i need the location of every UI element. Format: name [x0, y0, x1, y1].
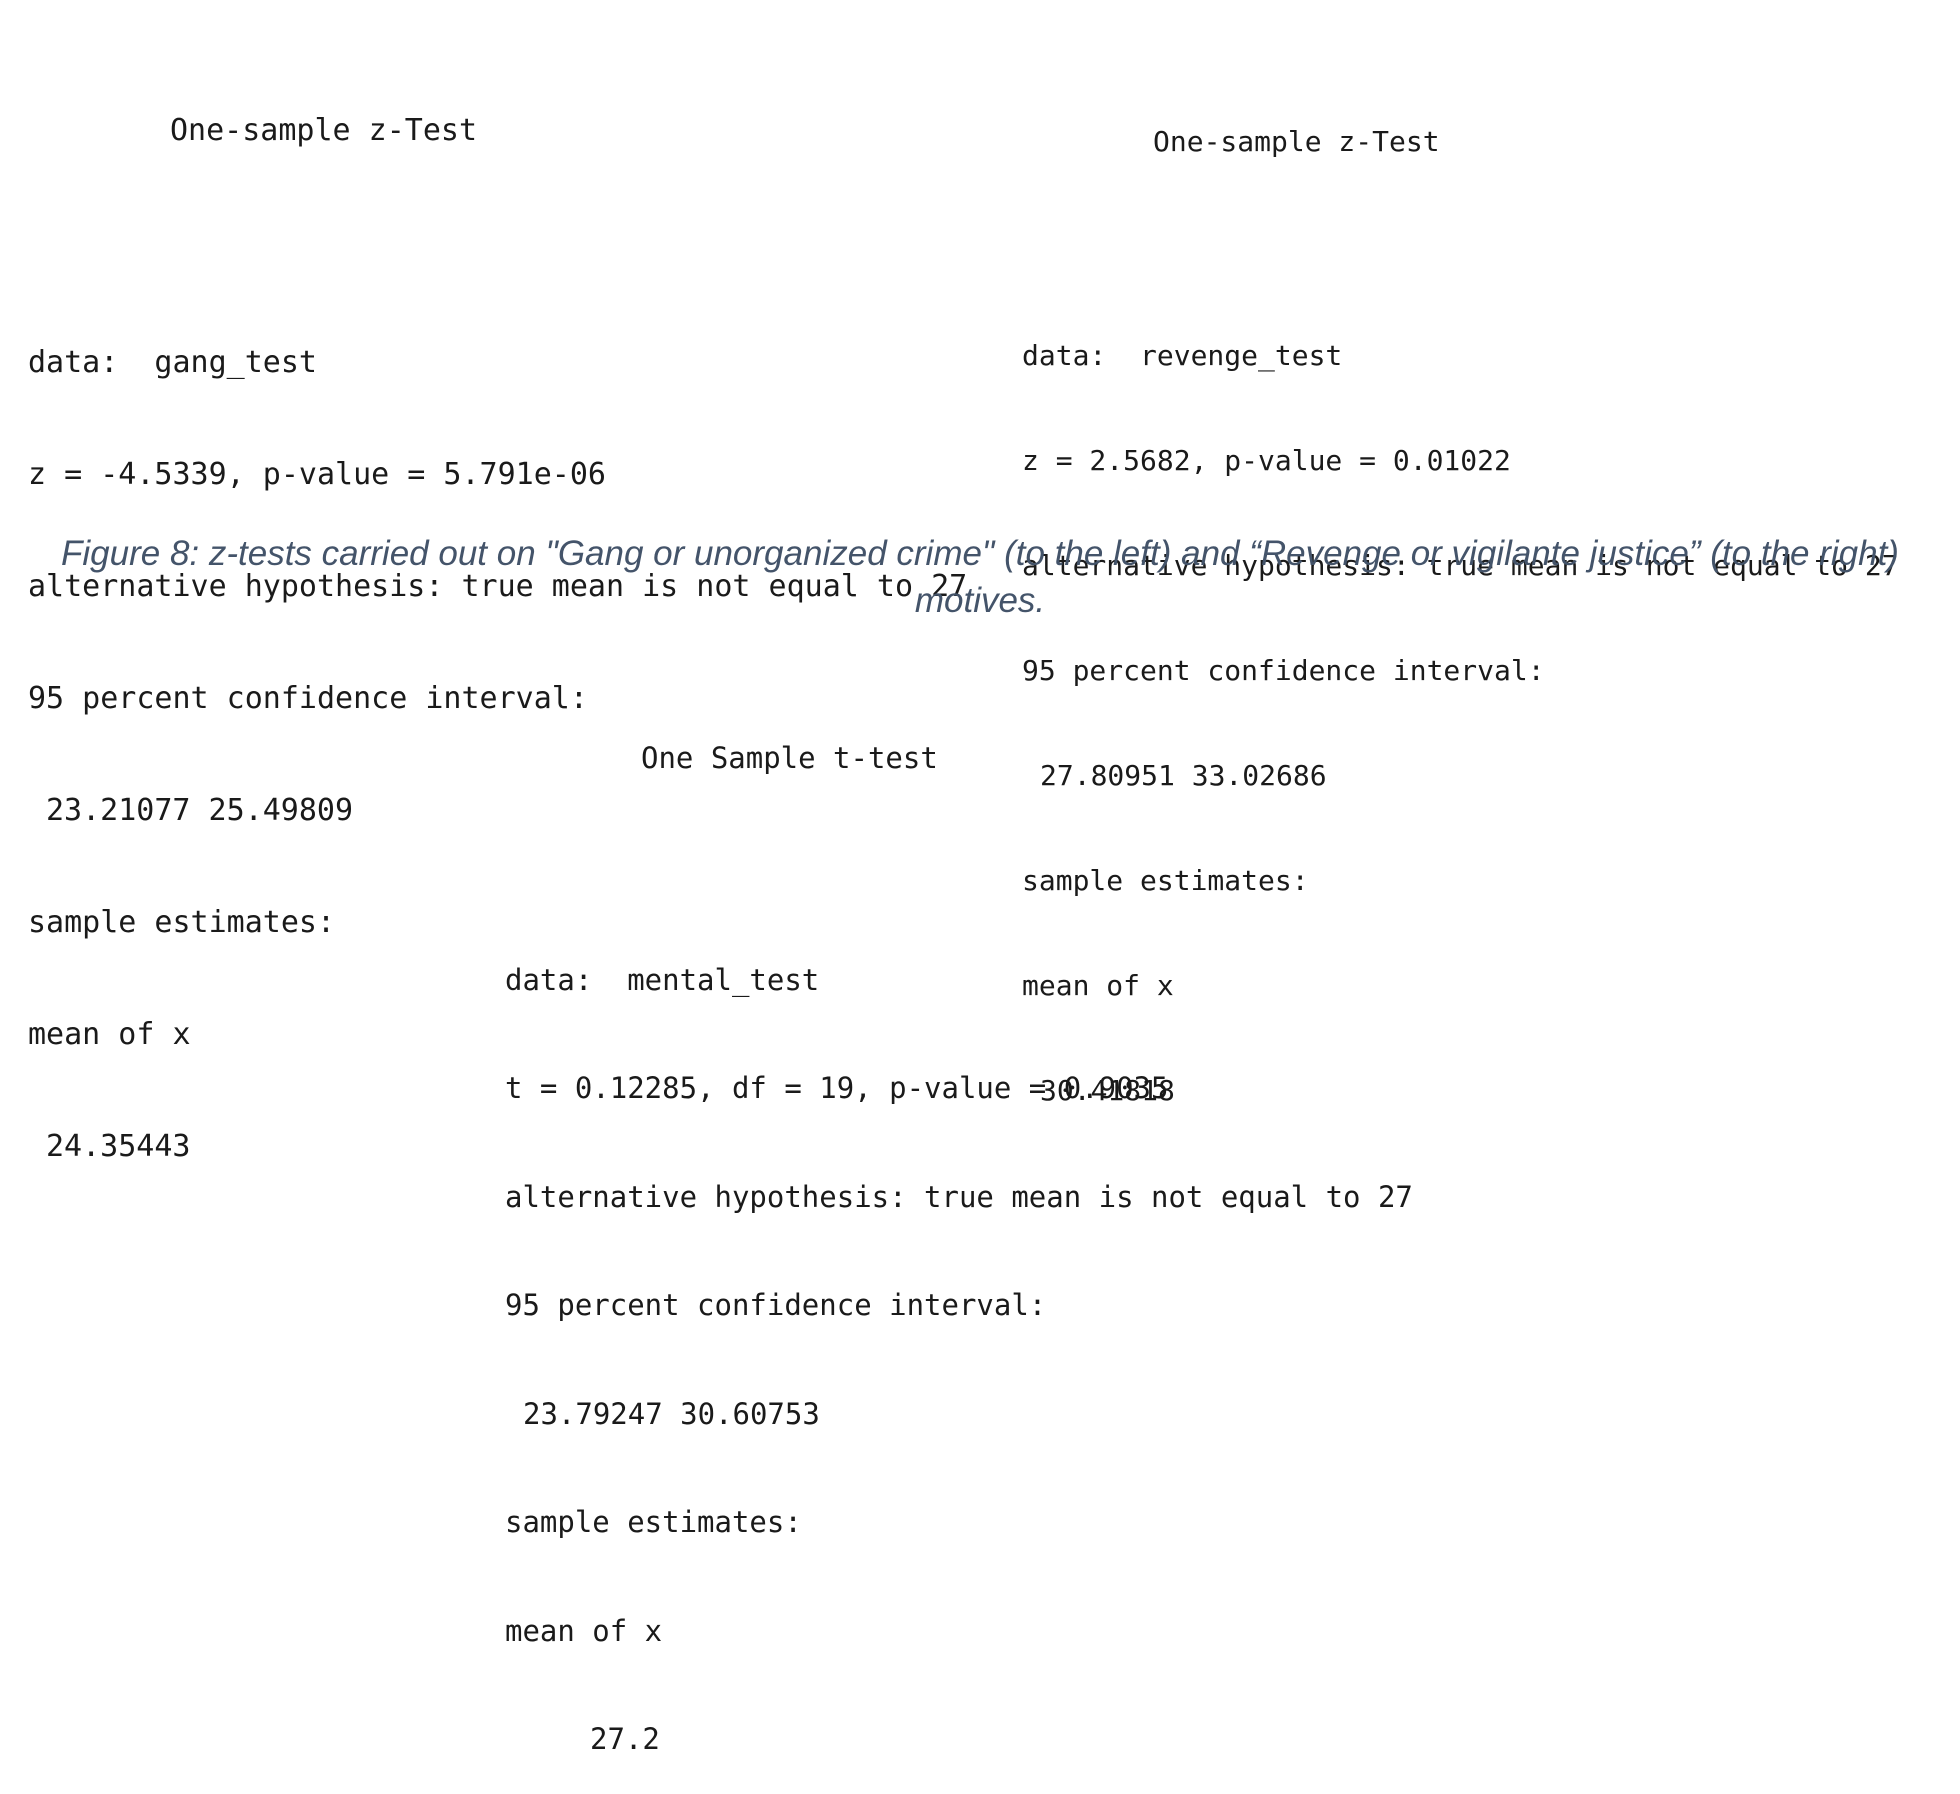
figure-caption-line-2: motives.: [914, 581, 1046, 620]
left-output-title: One-sample z-Test: [170, 113, 478, 148]
bottom-ci-label: 95 percent confidence interval:: [505, 1288, 1047, 1322]
bottom-stat-line: t = 0.12285, df = 19, p-value = 0.9035: [505, 1071, 1169, 1105]
bottom-output-title: One Sample t-test: [641, 741, 938, 775]
bottom-ci-values: 23.79247 30.60753: [523, 1396, 820, 1431]
bottom-output-spacer: [505, 847, 1413, 892]
bottom-mean-label: mean of x: [505, 1613, 663, 1648]
right-data-line: data: revenge_test: [1022, 339, 1343, 372]
bottom-mean-value: 27.2: [590, 1722, 660, 1756]
left-data-line: data: gang_test: [28, 345, 317, 380]
bottom-data-line: data: mental_test: [505, 962, 820, 997]
right-output-title: One-sample z-Test: [1153, 125, 1440, 158]
bottom-t-test-output: One Sample t-test data: mental_test t = …: [505, 670, 1413, 1794]
bottom-estimates-label: sample estimates:: [505, 1505, 802, 1539]
figure-caption: Figure 8: z-tests carried out on "Gang o…: [30, 530, 1930, 624]
left-stat-line: z = -4.5339, p-value = 5.791e-06: [28, 457, 606, 492]
right-output-spacer: [1022, 227, 1899, 270]
bottom-alt-hypothesis: alternative hypothesis: true mean is not…: [505, 1179, 1413, 1214]
right-stat-line: z = 2.5682, p-value = 0.01022: [1022, 444, 1511, 477]
figure-caption-line-1: Figure 8: z-tests carried out on "Gang o…: [61, 534, 1899, 573]
left-output-spacer: [28, 222, 967, 272]
